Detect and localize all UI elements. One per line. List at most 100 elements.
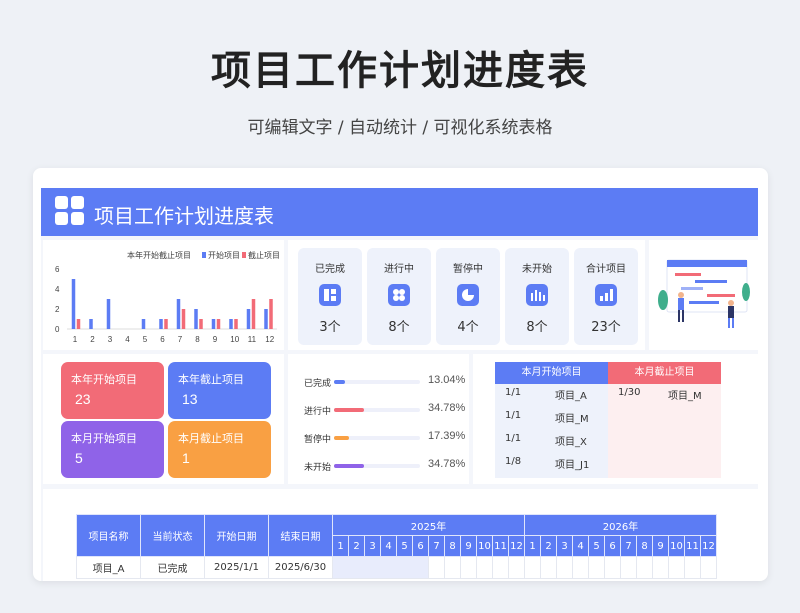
gantt-month-header: 7 xyxy=(428,535,445,557)
stat-label: 未开始 xyxy=(522,264,552,275)
bar xyxy=(229,319,233,329)
tile-year-end: 本年截止项目 13 xyxy=(168,362,271,419)
stat-value: 23个 xyxy=(591,320,621,335)
progress-row: 进行中 34.78% xyxy=(304,402,465,417)
gantt-cell: 2025/1/1 xyxy=(204,556,269,579)
legend-swatch xyxy=(242,252,246,258)
month-table-project: 项目_A xyxy=(555,391,587,402)
stat-value: 8个 xyxy=(526,320,548,335)
bar xyxy=(211,319,216,329)
gantt-empty-cell xyxy=(636,556,653,579)
progress-fill xyxy=(334,380,346,384)
gantt-month-header: 4 xyxy=(380,535,397,557)
gantt-bar-cell xyxy=(348,556,365,579)
gantt-bar-cell xyxy=(412,556,429,579)
gantt-month-header: 12 xyxy=(700,535,717,557)
x-tick-label: 8 xyxy=(195,335,200,344)
gantt-month-header: 3 xyxy=(556,535,573,557)
bar xyxy=(141,319,146,329)
month-table-project: 项目_M xyxy=(668,391,702,402)
progress-label: 已完成 xyxy=(304,379,332,389)
gantt-month-header: 12 xyxy=(508,535,525,557)
bar xyxy=(106,299,111,329)
bar xyxy=(176,299,181,329)
month-table-project: 项目_M xyxy=(555,414,589,425)
layout-icon xyxy=(319,284,341,306)
progress-panel: 已完成 13.04% 进行中 34.78% 暂停中 17.39% 未开始 34.… xyxy=(288,354,469,484)
gantt-empty-cell xyxy=(572,556,589,579)
stat-label: 已完成 xyxy=(315,264,345,275)
gantt-bar-cell xyxy=(332,556,349,579)
x-tick-label: 9 xyxy=(213,335,218,344)
gantt-month-header: 5 xyxy=(396,535,413,557)
gantt-month-header: 8 xyxy=(636,535,653,557)
gantt-month-header: 6 xyxy=(412,535,429,557)
x-tick-label: 5 xyxy=(143,335,148,344)
tile-year-start: 本年开始项目 23 xyxy=(61,362,164,419)
bar xyxy=(199,319,203,329)
y-tick-label: 2 xyxy=(55,305,60,314)
month-table-project: 项目_X xyxy=(555,437,587,448)
bar xyxy=(269,299,273,329)
gantt-month-header: 2 xyxy=(540,535,557,557)
y-tick-label: 6 xyxy=(55,265,60,274)
legend-label: 截止项目 xyxy=(248,250,280,260)
gantt-cell: 2025/6/30 xyxy=(268,556,333,579)
gantt-month-header: 7 xyxy=(620,535,637,557)
gantt-month-header: 10 xyxy=(476,535,493,557)
gantt-month-header: 4 xyxy=(572,535,589,557)
gantt-month-header: 8 xyxy=(444,535,461,557)
dashboard-header: 项目工作计划进度表 xyxy=(41,188,758,236)
month-table-header: 本月开始项目 xyxy=(495,362,608,384)
month-table-date: 1/1 xyxy=(505,410,522,421)
x-tick-label: 3 xyxy=(108,335,113,344)
bar-chart: 本年开始截止项目 开始项目 截止项目02461 2 3 4 5 6 7 8 9 10 11 12 xyxy=(55,250,280,344)
chart-title: 本年开始截止项目 xyxy=(127,250,191,260)
month-table-header: 本月截止项目 xyxy=(608,362,721,384)
progress-value: 17.39% xyxy=(428,430,466,442)
x-tick-label: 2 xyxy=(90,335,95,344)
x-tick-label: 10 xyxy=(230,335,239,344)
x-tick-label: 6 xyxy=(160,335,165,344)
tile-label: 本月开始项目 xyxy=(71,432,137,445)
gantt-year-header: 2025年 xyxy=(332,514,525,536)
tile-value: 5 xyxy=(75,450,83,466)
bars-icon xyxy=(526,284,548,306)
progress-label: 进行中 xyxy=(304,407,332,417)
tile-value: 1 xyxy=(182,450,190,466)
gantt-column-header: 结束日期 xyxy=(268,514,333,557)
planning-illustration xyxy=(658,259,750,328)
dashboard: 项目工作计划进度表 本年开始截止项目 开始项目 截止项目 0 2 4 6 1 2 3 4 5 6 7 8 9 1… xyxy=(41,188,758,581)
y-tick-label: 0 xyxy=(55,325,60,334)
page-title: 项目工作计划进度表 xyxy=(211,48,589,94)
stat-label: 暂停中 xyxy=(453,264,483,275)
month-table-date: 1/1 xyxy=(505,433,522,444)
illustration-panel xyxy=(649,240,758,350)
gantt-month-header: 3 xyxy=(364,535,381,557)
progress-value: 34.78% xyxy=(428,458,466,470)
progress-track xyxy=(334,436,420,440)
pie-icon xyxy=(457,284,479,306)
stat-value: 4个 xyxy=(457,320,479,335)
gantt-cell: 项目_A xyxy=(76,556,141,579)
stat-card-not-started: 未开始 8个 xyxy=(505,248,569,345)
gantt-empty-cell xyxy=(476,556,493,579)
stat-card-in-progress: 进行中 8个 xyxy=(367,248,431,345)
gantt-empty-cell xyxy=(428,556,445,579)
gantt-month-header: 9 xyxy=(460,535,477,557)
x-tick-label: 11 xyxy=(248,335,257,344)
stat-card-paused: 暂停中 4个 xyxy=(436,248,500,345)
gantt-empty-cell xyxy=(700,556,717,579)
stat-value: 3个 xyxy=(319,320,341,335)
gantt-empty-cell xyxy=(684,556,701,579)
dashboard-title: 项目工作计划进度表 xyxy=(94,204,274,228)
progress-fill xyxy=(334,408,364,412)
progress-row: 暂停中 17.39% xyxy=(304,430,466,445)
bar xyxy=(89,319,93,329)
gantt-empty-cell xyxy=(540,556,557,579)
gantt-empty-cell xyxy=(556,556,573,579)
stat-label: 合计项目 xyxy=(586,264,626,275)
gantt-empty-cell xyxy=(604,556,621,579)
gantt-column-header: 当前状态 xyxy=(140,514,205,557)
gantt-empty-cell xyxy=(524,556,541,579)
